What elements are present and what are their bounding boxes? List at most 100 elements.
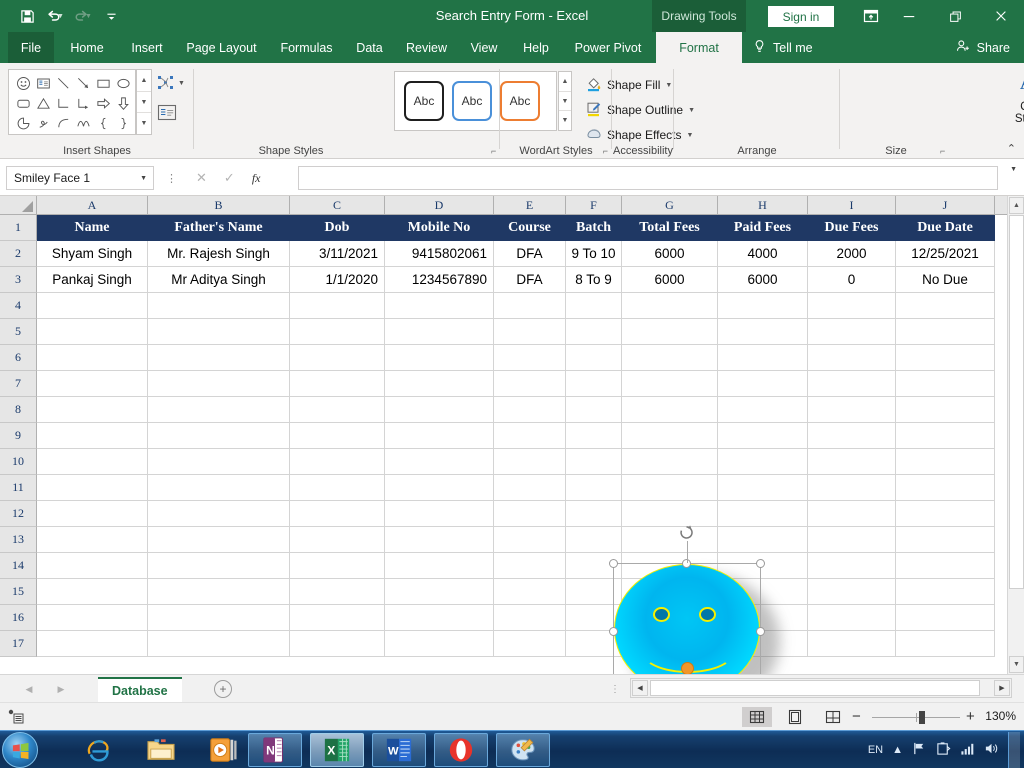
cell-c12[interactable] [290,501,385,527]
resize-handle-top-left[interactable] [609,559,618,568]
cell-f10[interactable] [566,449,622,475]
scroll-up-icon[interactable]: ▲ [1009,197,1024,214]
cell-i9[interactable] [808,423,896,449]
column-header-e[interactable]: E [494,196,566,215]
cell-e5[interactable] [494,319,566,345]
cell-h5[interactable] [718,319,808,345]
shape-rectangle-icon[interactable] [93,73,113,93]
cell-i13[interactable] [808,527,896,553]
cell-e8[interactable] [494,397,566,423]
cell-j9[interactable] [896,423,995,449]
shape-line-icon[interactable] [53,73,73,93]
cell-b10[interactable] [148,449,290,475]
cell-a2[interactable]: Shyam Singh [37,241,148,267]
column-header-h[interactable]: H [718,196,808,215]
cell-d11[interactable] [385,475,494,501]
tab-file[interactable]: File [8,32,54,63]
cell-a3[interactable]: Pankaj Singh [37,267,148,293]
horizontal-scrollbar-thumb[interactable] [650,680,980,696]
restore-icon[interactable] [932,0,978,32]
cell-d12[interactable] [385,501,494,527]
battery-icon[interactable] [936,741,951,759]
shape-elbow-connector-icon[interactable] [53,93,73,113]
enter-icon[interactable]: ✓ [224,170,235,186]
row-header-14[interactable]: 14 [0,553,37,579]
cell-i8[interactable] [808,397,896,423]
cell-e10[interactable] [494,449,566,475]
row-header-12[interactable]: 12 [0,501,37,527]
cell-e9[interactable] [494,423,566,449]
cell-e13[interactable] [494,527,566,553]
share-button[interactable]: Share [956,32,1010,63]
tray-language[interactable]: EN [868,744,883,756]
network-signal-icon[interactable] [960,741,975,759]
shape-style-preview-2[interactable]: Abc [452,81,492,121]
cell-b5[interactable] [148,319,290,345]
cell-g3[interactable]: 6000 [622,267,718,293]
cell-a8[interactable] [37,397,148,423]
shape-oval-icon[interactable] [113,73,133,93]
tab-split-grip[interactable]: ⋮ [610,684,620,695]
shape-pie-icon[interactable] [13,113,33,133]
cell-i16[interactable] [808,605,896,631]
tab-home[interactable]: Home [58,32,116,63]
cell-c13[interactable] [290,527,385,553]
cell-e2[interactable]: DFA [494,241,566,267]
shape-styles-dialog-launcher[interactable]: ⌐ [491,146,496,156]
wordart-dialog-launcher[interactable]: ⌐ [603,146,608,156]
row-header-9[interactable]: 9 [0,423,37,449]
page-layout-view-button[interactable] [780,707,810,727]
formula-bar-grip[interactable]: ⋮ [166,172,177,185]
row-header-3[interactable]: 3 [0,267,37,293]
cell-j2[interactable]: 12/25/2021 [896,241,995,267]
vertical-scrollbar[interactable]: ▲ ▼ [1007,196,1024,674]
shapes-scroll-down-icon[interactable]: ▼ [137,92,151,114]
add-sheet-icon[interactable]: + [214,680,232,698]
cell-b13[interactable] [148,527,290,553]
shape-rounded-rectangle-icon[interactable] [13,93,33,113]
resize-handle-top-right[interactable] [756,559,765,568]
cell-c15[interactable] [290,579,385,605]
cell-h8[interactable] [718,397,808,423]
cell-a7[interactable] [37,371,148,397]
cell-c14[interactable] [290,553,385,579]
scroll-down-icon[interactable]: ▼ [1009,656,1024,673]
shape-arrow-icon[interactable] [73,73,93,93]
cell-e16[interactable] [494,605,566,631]
record-macro-icon[interactable] [8,709,24,725]
cell-a16[interactable] [37,605,148,631]
cell-g6[interactable] [622,345,718,371]
cell-e14[interactable] [494,553,566,579]
volume-icon[interactable] [984,741,999,759]
redo-icon[interactable]: ▼ [70,3,96,29]
cell-b11[interactable] [148,475,290,501]
column-header-f[interactable]: F [566,196,622,215]
tab-page-layout[interactable]: Page Layout [176,32,267,63]
cell-i4[interactable] [808,293,896,319]
cell-h4[interactable] [718,293,808,319]
shape-elbow-arrow-connector-icon[interactable] [73,93,93,113]
scroll-right-icon[interactable]: ▶ [994,680,1010,696]
edit-shape-button[interactable]: ▼ [156,71,190,95]
formula-input[interactable] [298,166,998,190]
row-header-16[interactable]: 16 [0,605,37,631]
cell-a4[interactable] [37,293,148,319]
column-header-i[interactable]: I [808,196,896,215]
cell-h1[interactable]: Paid Fees [718,215,808,241]
cell-j10[interactable] [896,449,995,475]
cancel-icon[interactable]: ✕ [196,170,207,186]
windows-start-icon[interactable] [2,732,38,768]
cell-j8[interactable] [896,397,995,423]
cell-c5[interactable] [290,319,385,345]
horizontal-scrollbar[interactable]: ◀ ▶ [630,678,1012,698]
cell-d7[interactable] [385,371,494,397]
cell-j13[interactable] [896,527,995,553]
cell-h11[interactable] [718,475,808,501]
cell-f4[interactable] [566,293,622,319]
cell-g10[interactable] [622,449,718,475]
row-header-6[interactable]: 6 [0,345,37,371]
cell-h7[interactable] [718,371,808,397]
taskbar-onenote[interactable]: N [248,733,302,767]
shape-curve-icon[interactable] [53,113,73,133]
cell-f11[interactable] [566,475,622,501]
